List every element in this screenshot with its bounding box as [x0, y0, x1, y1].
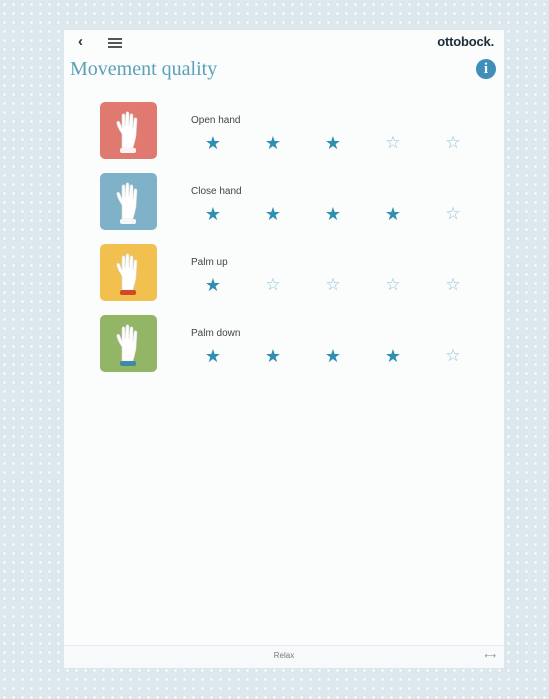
palm-down-icon — [100, 315, 157, 372]
star-filled-icon[interactable]: ★ — [263, 204, 283, 224]
movement-label: Close hand — [191, 186, 242, 197]
star-filled-icon[interactable]: ★ — [203, 275, 223, 295]
movement-row[interactable]: Palm up ★ ☆ ☆ ☆ ☆ — [100, 244, 500, 315]
open-hand-icon — [100, 102, 157, 159]
movement-row[interactable]: Palm down ★ ★ ★ ★ ☆ — [100, 315, 500, 386]
swap-icon[interactable]: ⟷ — [485, 651, 496, 660]
movement-label: Open hand — [191, 115, 241, 126]
star-filled-icon[interactable]: ★ — [323, 204, 343, 224]
star-empty-icon[interactable]: ☆ — [443, 346, 463, 366]
relax-button[interactable]: Relax — [64, 651, 504, 660]
back-arrow-icon[interactable]: ‹ — [78, 34, 92, 50]
star-empty-icon[interactable]: ☆ — [323, 275, 343, 295]
star-empty-icon[interactable]: ☆ — [263, 275, 283, 295]
movement-list: Open hand ★ ★ ★ ☆ ☆ Close hand ★ ★ ★ ★ ☆ Palm up ★ ☆ ☆ ☆… — [100, 102, 500, 386]
star-filled-icon[interactable]: ★ — [383, 204, 403, 224]
star-empty-icon[interactable]: ☆ — [383, 133, 403, 153]
star-empty-icon[interactable]: ☆ — [383, 275, 403, 295]
movement-label: Palm up — [191, 257, 228, 268]
movement-row[interactable]: Open hand ★ ★ ★ ☆ ☆ — [100, 102, 500, 173]
star-filled-icon[interactable]: ★ — [263, 346, 283, 366]
star-filled-icon[interactable]: ★ — [263, 133, 283, 153]
hamburger-menu-icon[interactable] — [108, 38, 122, 48]
brand-logo: ottobock. — [437, 34, 494, 49]
page-title: Movement quality — [70, 58, 218, 80]
top-bar: ‹ ottobock. — [64, 30, 504, 54]
star-empty-icon[interactable]: ☆ — [443, 204, 463, 224]
star-filled-icon[interactable]: ★ — [203, 204, 223, 224]
star-filled-icon[interactable]: ★ — [323, 133, 343, 153]
movement-row[interactable]: Close hand ★ ★ ★ ★ ☆ — [100, 173, 500, 244]
footer-bar: Relax ⟷ — [64, 645, 504, 668]
app-screen: ‹ ottobock. Movement quality i Open hand… — [64, 30, 504, 668]
star-empty-icon[interactable]: ☆ — [443, 133, 463, 153]
star-filled-icon[interactable]: ★ — [323, 346, 343, 366]
star-filled-icon[interactable]: ★ — [203, 346, 223, 366]
movement-label: Palm down — [191, 328, 241, 339]
info-icon[interactable]: i — [476, 59, 496, 79]
star-empty-icon[interactable]: ☆ — [443, 275, 463, 295]
close-hand-icon — [100, 173, 157, 230]
palm-up-icon — [100, 244, 157, 301]
star-filled-icon[interactable]: ★ — [383, 346, 403, 366]
star-filled-icon[interactable]: ★ — [203, 133, 223, 153]
